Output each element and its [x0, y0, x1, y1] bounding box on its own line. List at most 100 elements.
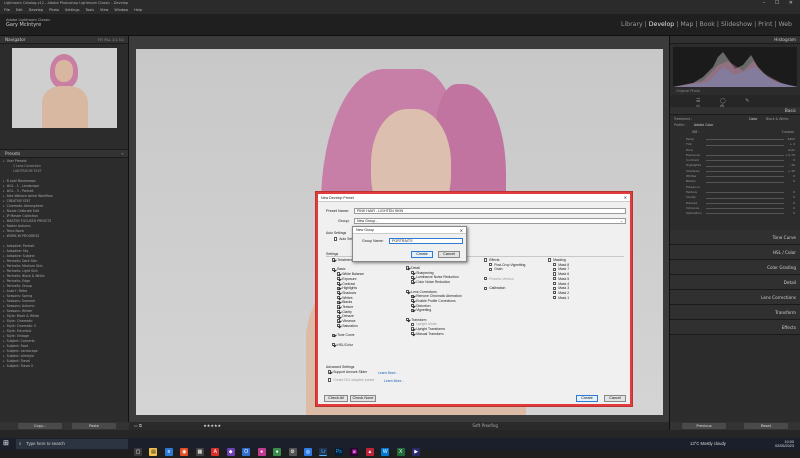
- group-select[interactable]: New Group... ⌄: [354, 218, 626, 224]
- setting-checkbox[interactable]: HSL/Color: [332, 343, 353, 348]
- slider-track[interactable]: [706, 160, 784, 162]
- zoom-icon[interactable]: ◎: [303, 448, 312, 456]
- histogram[interactable]: [673, 47, 797, 87]
- slider-track[interactable]: [706, 202, 784, 204]
- slider-track[interactable]: [706, 181, 784, 183]
- slider-track[interactable]: [706, 176, 784, 178]
- menu-item[interactable]: Help: [134, 8, 142, 12]
- setting-checkbox[interactable]: Tone Curve: [332, 333, 355, 338]
- add-preset-icon[interactable]: +: [121, 150, 124, 158]
- slider-track[interactable]: [706, 165, 784, 167]
- app-green-icon[interactable]: ●: [273, 448, 282, 456]
- slider-value[interactable]: 0: [793, 201, 795, 205]
- check-all-button[interactable]: Check All: [324, 395, 348, 402]
- windows-start-icon[interactable]: ⊞: [3, 440, 11, 448]
- treatment-color[interactable]: Color: [749, 117, 757, 121]
- file-explorer-icon[interactable]: ▤: [149, 448, 158, 456]
- outlook-icon[interactable]: O: [242, 448, 251, 456]
- slider-track[interactable]: [706, 155, 784, 156]
- slider-value[interactable]: 0: [793, 211, 795, 215]
- store-icon[interactable]: ▦: [195, 448, 204, 456]
- menu-item[interactable]: Edit: [16, 8, 23, 12]
- app-pink-icon[interactable]: ●: [257, 448, 266, 456]
- slider-value[interactable]: - 40: [789, 163, 795, 167]
- panel-color-grading[interactable]: Color Grading: [670, 260, 800, 275]
- module-print[interactable]: Print: [758, 21, 772, 28]
- setting-checkbox[interactable]: Calibration: [484, 286, 505, 291]
- chrome-icon[interactable]: ◉: [180, 448, 189, 456]
- profile-select[interactable]: Adobe Color: [694, 123, 713, 127]
- learn-more-link-2[interactable]: Learn More...: [384, 379, 404, 383]
- paste-button[interactable]: Paste: [72, 423, 116, 429]
- menu-item[interactable]: Tools: [85, 8, 94, 12]
- app-navy-icon[interactable]: ▶: [412, 448, 421, 456]
- module-library[interactable]: Library: [621, 21, 643, 28]
- edge-icon[interactable]: e: [164, 448, 173, 456]
- slider-value[interactable]: Auto: [788, 148, 795, 152]
- app-magenta-icon[interactable]: ▣: [350, 448, 359, 456]
- module-develop[interactable]: Develop: [649, 21, 674, 28]
- reset-button[interactable]: Reset: [744, 423, 788, 429]
- app-purple-icon[interactable]: ◆: [226, 448, 235, 456]
- module-web[interactable]: Web: [779, 21, 793, 28]
- setting-checkbox[interactable]: Grain: [489, 267, 502, 272]
- slider-track[interactable]: [706, 192, 784, 193]
- menu-item[interactable]: Develop: [29, 8, 43, 12]
- setting-checkbox[interactable]: Manual Transform: [411, 332, 444, 337]
- acrobat-icon[interactable]: A: [211, 448, 220, 456]
- setting-checkbox[interactable]: Saturation: [337, 324, 358, 329]
- dialog-close-icon[interactable]: ✕: [624, 194, 627, 202]
- menu-item[interactable]: View: [100, 8, 108, 12]
- create-iso-preset-checkbox[interactable]: Create ISO adaptive preset: [328, 378, 374, 383]
- app-red-icon[interactable]: ▲: [365, 448, 374, 456]
- menu-item[interactable]: File: [4, 8, 10, 12]
- slider-value[interactable]: 0: [793, 174, 795, 178]
- slider-value[interactable]: 0: [793, 206, 795, 210]
- slider-value[interactable]: 0: [793, 195, 795, 199]
- window-controls[interactable]: – ☐ ✕: [763, 0, 797, 7]
- group-name-field[interactable]: PORTRAITS: [389, 238, 463, 244]
- slider-value[interactable]: + 30: [788, 169, 795, 173]
- new-group-close-icon[interactable]: ✕: [460, 227, 463, 234]
- slider-track[interactable]: [706, 197, 784, 199]
- slider-value[interactable]: 0: [793, 179, 795, 183]
- setting-checkbox[interactable]: Vignetting: [411, 308, 431, 313]
- panel-lens-corrections[interactable]: Lens Corrections: [670, 290, 800, 305]
- create-group-button[interactable]: Create: [411, 251, 433, 258]
- navigator-zoom[interactable]: FIT FILL 1:1 3:1: [98, 36, 124, 44]
- navigator-preview[interactable]: [12, 48, 117, 128]
- navigator-header[interactable]: Navigator FIT FILL 1:1 3:1: [0, 36, 128, 44]
- setting-checkbox[interactable]: Color Noise Reduction: [411, 280, 450, 285]
- presets-header[interactable]: Presets +: [0, 150, 128, 158]
- slider-track[interactable]: [706, 144, 784, 146]
- slider-value[interactable]: 4400: [787, 137, 795, 141]
- histogram-header[interactable]: Histogram: [670, 36, 800, 44]
- setting-checkbox[interactable]: Mask 1: [553, 296, 569, 301]
- settings-gear-icon[interactable]: ⚙: [288, 448, 297, 456]
- wb-select[interactable]: Custom: [782, 130, 794, 134]
- cancel-group-button[interactable]: Cancel: [438, 251, 460, 258]
- system-clock[interactable]: 10:00 02/05/2023: [775, 438, 794, 450]
- panel-effects[interactable]: Effects: [670, 320, 800, 335]
- slider-value[interactable]: + 4: [790, 142, 795, 146]
- treatment-bw[interactable]: Black & White: [766, 117, 788, 121]
- create-preset-button[interactable]: Create: [576, 395, 598, 402]
- learn-more-link-1[interactable]: Learn More...: [378, 371, 398, 375]
- check-none-button[interactable]: Check None: [350, 395, 376, 402]
- module-book[interactable]: Book: [699, 21, 714, 28]
- basic-header[interactable]: Basic: [670, 107, 800, 115]
- slider-value[interactable]: 0: [793, 190, 795, 194]
- panel-hsl-color[interactable]: HSL / Color: [670, 245, 800, 260]
- soft-proofing-toggle[interactable]: Soft Proofing: [472, 423, 498, 428]
- slider-saturation[interactable]: Saturation 0: [674, 211, 796, 216]
- task-view-icon[interactable]: ▢: [134, 448, 142, 456]
- slider-track[interactable]: [706, 213, 784, 215]
- cancel-preset-button[interactable]: Cancel: [604, 395, 626, 402]
- photoshop-icon[interactable]: Ps: [334, 448, 343, 456]
- preset-name-field[interactable]: PINK HAIR - LIGHTEN SKIN: [354, 208, 626, 214]
- slider-track[interactable]: [706, 139, 784, 140]
- panel-detail[interactable]: Detail: [670, 275, 800, 290]
- menu-item[interactable]: Settings: [65, 8, 79, 12]
- slider-value[interactable]: + 0.70: [785, 153, 795, 157]
- rating-stars[interactable]: ★★★★★: [203, 423, 221, 428]
